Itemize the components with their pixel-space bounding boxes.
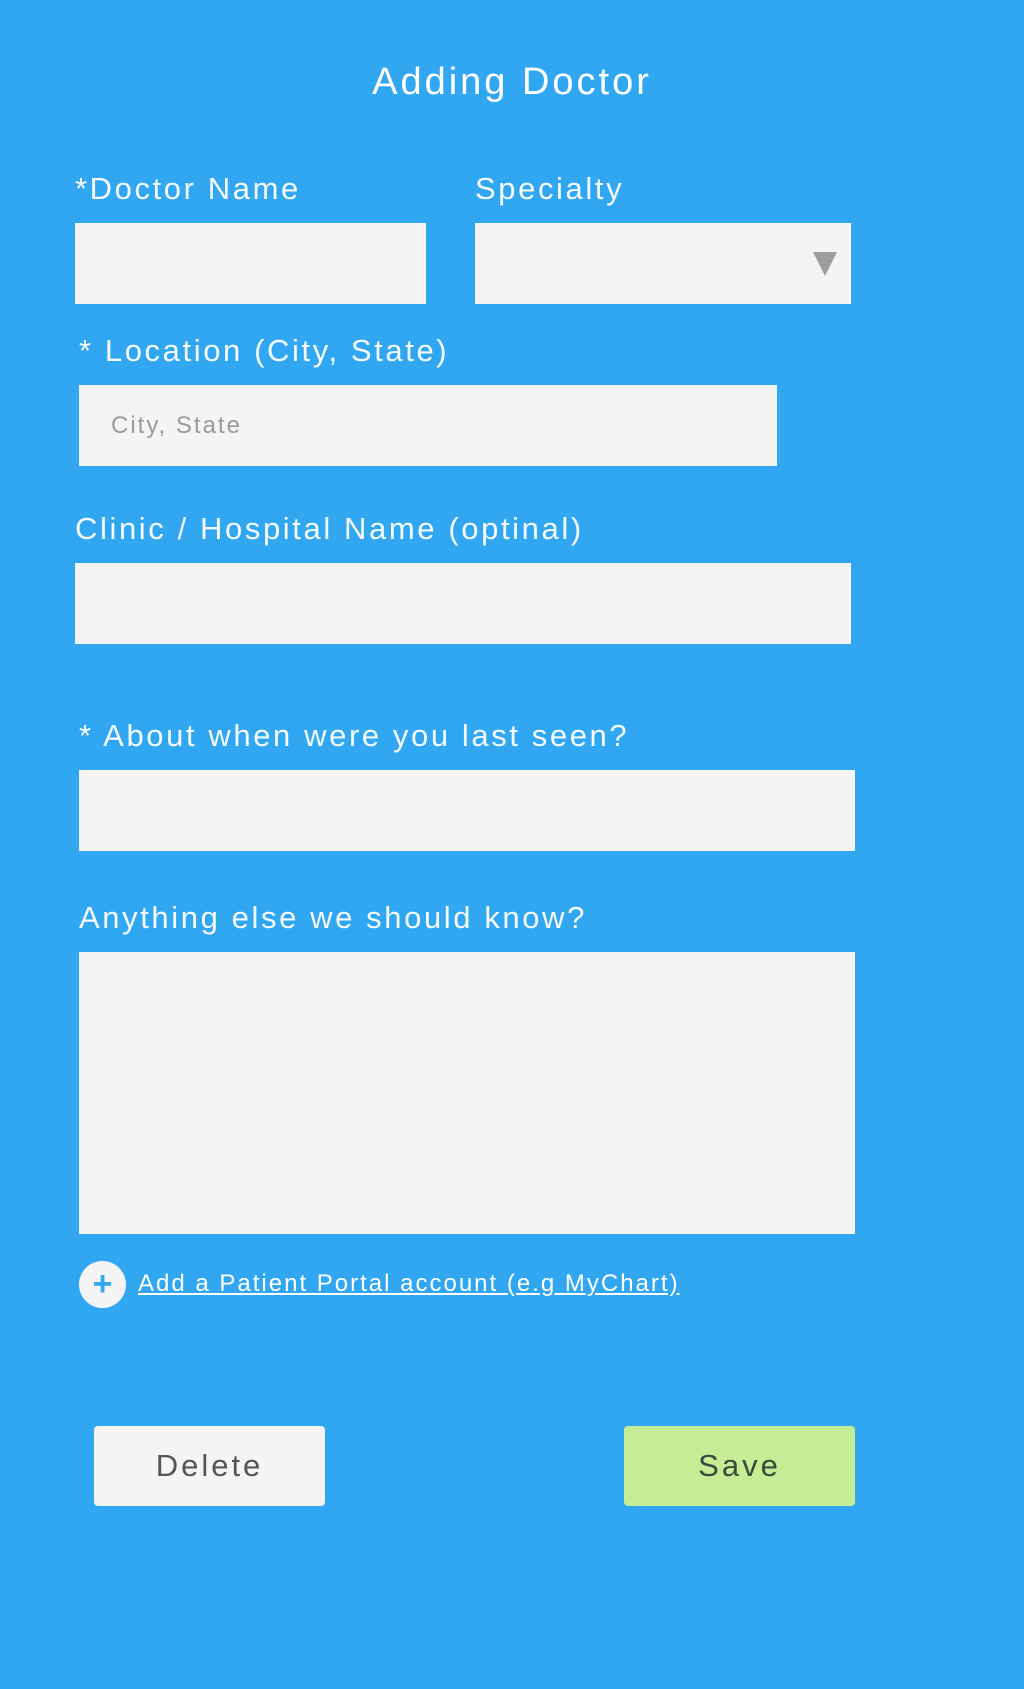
clinic-label: Clinic / Hospital Name (optinal) bbox=[75, 511, 584, 546]
save-button[interactable]: Save bbox=[624, 1426, 855, 1506]
notes-textarea[interactable] bbox=[79, 952, 855, 1234]
doctor-name-label: *Doctor Name bbox=[75, 171, 301, 206]
last-seen-input[interactable] bbox=[79, 770, 855, 851]
location-label: * Location (City, State) bbox=[79, 333, 450, 368]
chevron-down-icon bbox=[813, 252, 837, 276]
notes-label: Anything else we should know? bbox=[79, 900, 587, 935]
page-title: Adding Doctor bbox=[372, 61, 652, 103]
clinic-input[interactable] bbox=[75, 563, 851, 644]
delete-button[interactable]: Delete bbox=[94, 1426, 325, 1506]
plus-icon[interactable]: + bbox=[79, 1261, 126, 1308]
specialty-select[interactable] bbox=[475, 223, 851, 304]
last-seen-label: * About when were you last seen? bbox=[79, 718, 630, 753]
doctor-name-input[interactable] bbox=[75, 223, 426, 304]
add-patient-portal-link[interactable]: Add a Patient Portal account (e.g MyChar… bbox=[138, 1268, 680, 1300]
specialty-label: Specialty bbox=[475, 171, 625, 206]
location-input[interactable] bbox=[79, 385, 777, 466]
